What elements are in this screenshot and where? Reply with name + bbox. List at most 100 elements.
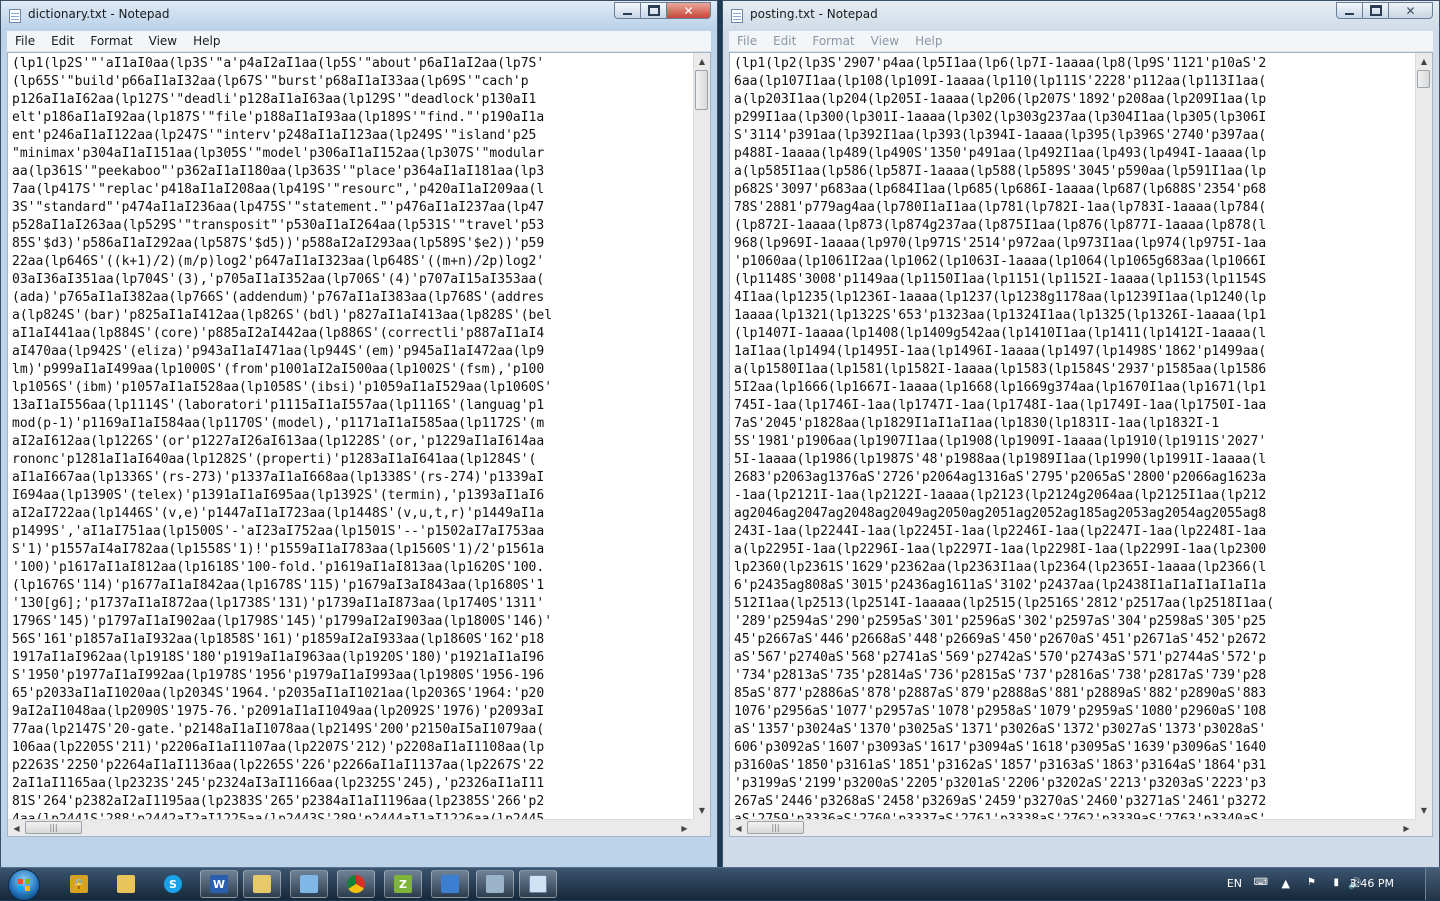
scroll-left-icon[interactable]: ◀	[8, 820, 25, 836]
show-hidden-icons-icon[interactable]: ▲	[1282, 877, 1290, 890]
minimize-button[interactable]	[614, 2, 640, 19]
folders-icon	[117, 875, 135, 893]
taskbar-word[interactable]: W	[200, 870, 238, 898]
taskbar-notepad[interactable]	[519, 870, 557, 898]
menu-format[interactable]: Format	[82, 34, 140, 48]
messenger-icon	[300, 875, 318, 893]
maximize-icon	[1369, 5, 1382, 16]
taskbar: 🔒 S W Z EN ⌨ ▲ ⚑ ▮ 🔊 3:46 PM	[0, 867, 1440, 901]
text-line: p126aI1aI62aa(lp127S'"deadli'p128aI1aI63…	[12, 92, 537, 107]
text-line: 9aI2aI1048aa(lp2090S'1975-76.'p2091aI1aI…	[12, 704, 545, 719]
notepad-icon	[731, 9, 743, 23]
start-button[interactable]	[8, 869, 40, 901]
maximize-button[interactable]	[640, 2, 666, 19]
app-green-icon: Z	[394, 875, 412, 893]
text-line: 03aI36aI351aa(lp704S'(3),'p705aI1aI352aa…	[12, 272, 545, 287]
scroll-up-icon[interactable]: ▲	[694, 53, 710, 70]
text-line: 2aI1aI1165aa(lp2323S'245'p2324aI3aI1166a…	[12, 776, 545, 791]
text-line: a(lp2295I-1aa(lp2296I-1aa(lp2297I-1aa(lp…	[734, 542, 1267, 557]
text-content[interactable]: (lp1(lp2(lp3S'2907'p4aa(lp5I1aa(lp6(lp7I…	[730, 53, 1415, 819]
menu-bar: File Edit Format View Help	[7, 31, 711, 52]
taskbar-app-green[interactable]: Z	[384, 870, 422, 898]
language-indicator[interactable]: EN	[1227, 877, 1242, 890]
text-line: aI2aI612aa(lp1226S'(or'p1227aI26aI613aa(…	[12, 434, 545, 449]
taskbar-app-blue[interactable]	[431, 870, 469, 898]
clock[interactable]: 3:46 PM	[1350, 877, 1394, 890]
title-bar[interactable]: posting.txt - Notepad ✕	[723, 1, 1439, 30]
text-line: (lp1(lp2(lp3S'2907'p4aa(lp5I1aa(lp6(lp7I…	[734, 56, 1267, 71]
taskbar-control-panel[interactable]	[476, 870, 514, 898]
text-line: '100)'p1617aI1aI812aa(lp1618S'100-fold.'…	[12, 560, 545, 575]
menu-edit[interactable]: Edit	[43, 34, 82, 48]
taskbar-lock-app[interactable]: 🔒	[60, 870, 98, 898]
vertical-scroll-thumb[interactable]	[695, 70, 708, 110]
scroll-left-icon[interactable]: ◀	[730, 820, 747, 836]
text-line: 81S'264'p2382aI2aI1195aa(lp2383S'265'p23…	[12, 794, 545, 809]
taskbar-folders-app[interactable]	[107, 870, 145, 898]
menu-file[interactable]: File	[729, 34, 765, 48]
text-line: p1499S','aI1aI751aa(lp1500S'-'aI23aI752a…	[12, 524, 545, 539]
text-line: -1aa(lp2121I-1aa(lp2122I-1aaaa(lp2123(lp…	[734, 488, 1267, 503]
close-button[interactable]: ✕	[666, 2, 711, 19]
show-desktop-button[interactable]	[1425, 868, 1440, 900]
text-line: 2683'p2063ag1376aS'2726'p2064ag1316aS'27…	[734, 470, 1267, 485]
taskbar-messenger[interactable]	[290, 870, 328, 898]
caption-buttons: ✕	[1336, 2, 1433, 21]
action-center-icon[interactable]: ⚑	[1307, 877, 1316, 888]
text-line: 85S'$d3)'p586aI1aI292aa(lp587S'$d5))'p58…	[12, 236, 545, 251]
text-line: 6'p2435ag808aS'3015'p2436ag1611aS'3102'p…	[734, 578, 1267, 593]
text-line: (lp872I-1aaaa(lp873(lp874g237aa(lp875I1a…	[734, 218, 1267, 233]
text-editor[interactable]: (lp1(lp2S'"'aI1aI0aa(lp3S'"a'p4aI2aI1aa(…	[7, 52, 711, 837]
menu-file[interactable]: File	[7, 34, 43, 48]
taskbar-skype[interactable]: S	[154, 870, 192, 898]
scroll-right-icon[interactable]: ▶	[676, 820, 693, 836]
scroll-down-icon[interactable]: ▼	[694, 802, 710, 819]
text-line: '734'p2813aS'735'p2814aS'736'p2815aS'737…	[734, 668, 1267, 683]
menu-help[interactable]: Help	[185, 34, 228, 48]
text-line: 1aaaa(lp1321(lp1322S'653'p1323aa(lp1324I…	[734, 308, 1267, 323]
text-line: '130[g6];'p1737aI1aI872aa(lp1738S'131)'p…	[12, 596, 545, 611]
text-line: aI2aI722aa(lp1446S'(v,e)'p1447aI1aI723aa…	[12, 506, 545, 521]
horizontal-scrollbar[interactable]: ◀ ||| ▶	[8, 819, 693, 836]
text-line: aI1aI441aa(lp884S'(core)'p885aI2aI442aa(…	[12, 326, 545, 341]
text-line: 45'p2667aS'446'p2668aS'448'p2669aS'450'p…	[734, 632, 1267, 647]
scroll-down-icon[interactable]: ▼	[1416, 802, 1432, 819]
text-line: (lp1148S'3008'p1149aa(lp1150I1aa(lp1151(…	[734, 272, 1267, 287]
text-line: aa(lp361S'"peekaboo"'p362aI1aI180aa(lp36…	[12, 164, 545, 179]
text-line: 267aS'2446'p3268aS'2458'p3269aS'2459'p32…	[734, 794, 1267, 809]
text-line: 5I2aa(lp1666(lp1667I-1aaaa(lp1668(lp1669…	[734, 380, 1267, 395]
scroll-right-icon[interactable]: ▶	[1398, 820, 1415, 836]
vertical-scrollbar[interactable]: ▲ ▼	[1415, 53, 1432, 819]
minimize-button[interactable]	[1336, 2, 1362, 19]
menu-format[interactable]: Format	[804, 34, 862, 48]
network-icon[interactable]: ▮	[1333, 877, 1339, 888]
text-content[interactable]: (lp1(lp2S'"'aI1aI0aa(lp3S'"a'p4aI2aI1aa(…	[8, 53, 693, 819]
text-line: p488I-1aaaa(lp489(lp490S'1350'p491aa(lp4…	[734, 146, 1267, 161]
text-line: p682S'3097'p683aa(lp684I1aa(lp685(lp686I…	[734, 182, 1267, 197]
maximize-button[interactable]	[1362, 2, 1388, 19]
text-line: 1aI1aa(lp1494(lp1495I-1aa(lp1496I-1aaaa(…	[734, 344, 1267, 359]
folder-icon	[253, 875, 271, 893]
text-line: 968(lp969I-1aaaa(lp970(lp971S'2514'p972a…	[734, 236, 1267, 251]
menu-edit[interactable]: Edit	[765, 34, 804, 48]
text-line: (lp1407I-1aaaa(lp1408(lp1409g542aa(lp141…	[734, 326, 1267, 341]
menu-view[interactable]: View	[863, 34, 907, 48]
vertical-scrollbar[interactable]: ▲ ▼	[693, 53, 710, 819]
taskbar-chrome[interactable]	[337, 870, 375, 898]
keyboard-icon[interactable]: ⌨	[1254, 877, 1268, 888]
menu-view[interactable]: View	[141, 34, 185, 48]
scroll-up-icon[interactable]: ▲	[1416, 53, 1432, 70]
text-line: aS'567'p2740aS'568'p2741aS'569'p2742aS'5…	[734, 650, 1267, 665]
text-editor[interactable]: (lp1(lp2(lp3S'2907'p4aa(lp5I1aa(lp6(lp7I…	[729, 52, 1433, 837]
text-line: 5S'1981'p1906aa(lp1907I1aa(lp1908(lp1909…	[734, 434, 1267, 449]
horizontal-scroll-thumb[interactable]: |||	[747, 821, 804, 834]
text-line: 606'p3092aS'1607'p3093aS'1617'p3094aS'16…	[734, 740, 1267, 755]
notepad-icon	[529, 875, 547, 893]
horizontal-scroll-thumb[interactable]: |||	[25, 821, 82, 834]
taskbar-explorer[interactable]	[243, 870, 281, 898]
vertical-scroll-thumb[interactable]	[1417, 70, 1430, 88]
horizontal-scrollbar[interactable]: ◀ ||| ▶	[730, 819, 1415, 836]
title-bar[interactable]: dictionary.txt - Notepad ✕	[1, 1, 717, 30]
close-button[interactable]: ✕	[1388, 2, 1433, 19]
menu-help[interactable]: Help	[907, 34, 950, 48]
